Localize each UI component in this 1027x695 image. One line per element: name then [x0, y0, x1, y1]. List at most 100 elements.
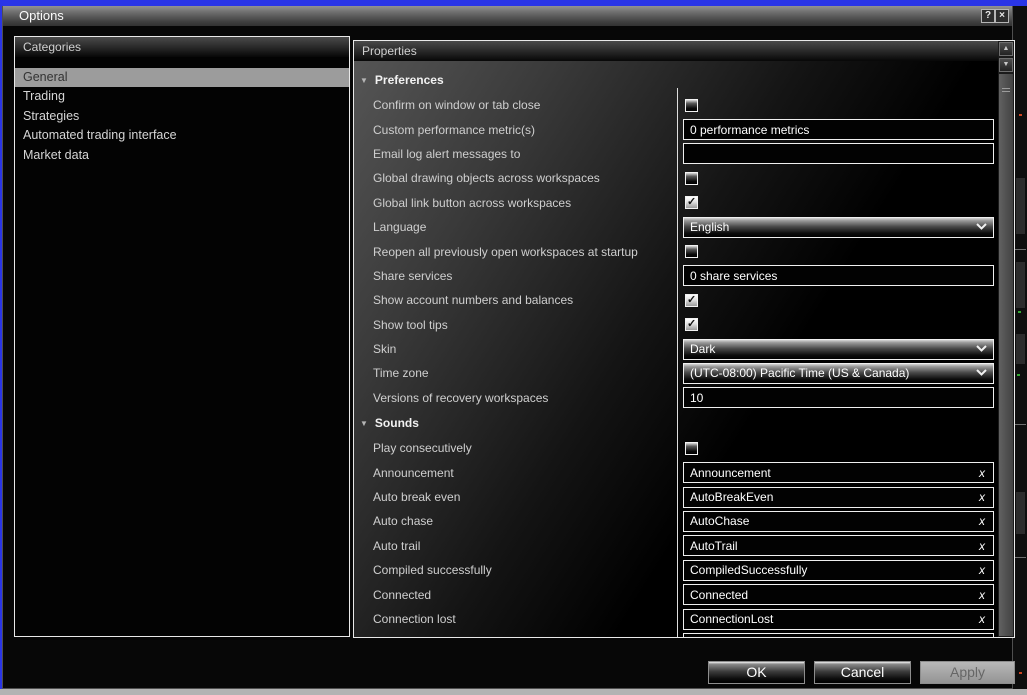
clear-sound-button[interactable]: x	[979, 539, 985, 553]
window-frame-top	[0, 0, 1027, 6]
property-label: Connection lost	[373, 612, 456, 626]
property-row: Auto break even AutoBreakEven x	[354, 485, 998, 509]
property-row: Show tool tips ✓	[354, 313, 998, 337]
text-input-custom-performance-metric-s[interactable]	[683, 119, 994, 141]
property-row: Announcement Announcement x	[354, 460, 998, 484]
sound-field-announcement[interactable]: Announcement x	[683, 462, 994, 484]
sound-field-auto-trail[interactable]: AutoTrail x	[683, 535, 994, 557]
property-label: Connected	[373, 587, 432, 602]
property-value	[683, 436, 994, 460]
dropdown-language[interactable]: English	[683, 216, 994, 238]
text-input-versions-of-recovery-workspaces[interactable]	[683, 387, 994, 409]
clear-sound-button[interactable]: x	[979, 612, 985, 626]
checkbox-global-drawing-objects-across-workspaces[interactable]	[685, 171, 698, 185]
property-value: English	[683, 215, 994, 239]
checkbox-global-link-button-across-workspaces[interactable]: ✓	[685, 196, 698, 210]
property-row: Versions of recovery workspaces	[354, 386, 998, 410]
property-row: Connection lost ConnectionLost x	[354, 607, 998, 631]
sound-value: Connected	[690, 587, 749, 602]
dropdown-skin[interactable]: Dark	[683, 338, 994, 360]
categories-header: Categories	[15, 37, 349, 57]
chevron-down-icon	[976, 369, 987, 376]
checkbox-confirm-on-window-or-tab-close[interactable]	[685, 98, 698, 112]
property-value: (UTC-08:00) Pacific Time (US & Canada)	[683, 361, 994, 385]
section-header-preferences[interactable]: ▼ Preferences	[354, 67, 998, 93]
sidebar-item-strategies[interactable]: Strategies	[15, 107, 349, 126]
sound-field-auto-chase[interactable]: AutoChase x	[683, 510, 994, 532]
property-label: Play consecutively	[373, 441, 472, 456]
property-value: Announcement x	[683, 460, 994, 484]
property-value: ConnectionLost x	[683, 607, 994, 631]
property-label: Language	[373, 220, 427, 235]
sidebar-item-market-data[interactable]: Market data	[15, 146, 349, 165]
property-value: ✓	[683, 313, 994, 337]
property-value: ✓	[683, 288, 994, 312]
sound-field-compiled-successfully[interactable]: CompiledSuccessfully x	[683, 559, 994, 581]
checkbox-show-account-numbers-and-balances[interactable]: ✓	[685, 293, 698, 307]
background-speck	[1019, 672, 1022, 674]
sound-field-connection-lost[interactable]: ConnectionLost x	[683, 608, 994, 630]
cancel-button[interactable]: Cancel	[814, 661, 911, 684]
bottom-edge-strip	[0, 689, 1027, 695]
property-value: AutoTrail x	[683, 534, 994, 558]
property-row: Show account numbers and balances ✓	[354, 288, 998, 312]
apply-button[interactable]: Apply	[920, 661, 1015, 684]
sidebar-item-trading[interactable]: Trading	[15, 87, 349, 106]
checkbox-play-consecutively[interactable]	[685, 441, 698, 455]
clear-sound-button[interactable]: x	[979, 563, 985, 577]
options-dialog: Options ? × Categories General Trading Str…	[2, 6, 1015, 689]
text-input-share-services[interactable]	[683, 265, 994, 287]
close-button[interactable]: ×	[995, 9, 1009, 23]
property-value	[683, 117, 994, 141]
sound-field-item[interactable]	[683, 632, 994, 637]
sidebar-item-automated-trading-interface[interactable]: Automated trading interface	[15, 126, 349, 145]
dialog-titlebar[interactable]: Options ? ×	[3, 6, 1012, 26]
scroll-up-button[interactable]: ▲	[999, 42, 1013, 56]
property-value	[683, 166, 994, 190]
clear-sound-button[interactable]: x	[979, 466, 985, 480]
sound-field-connected[interactable]: Connected x	[683, 584, 994, 606]
dropdown-value: Dark	[690, 342, 716, 357]
property-value: AutoChase x	[683, 509, 994, 533]
property-value: Dark	[683, 337, 994, 361]
background-segment	[1016, 262, 1025, 308]
property-label: Custom performance metric(s)	[373, 122, 536, 137]
scroll-down-button[interactable]: ▼	[999, 58, 1013, 72]
dropdown-time-zone[interactable]: (UTC-08:00) Pacific Time (US & Canada)	[683, 362, 994, 384]
dropdown-value: (UTC-08:00) Pacific Time (US & Canada)	[690, 366, 910, 381]
property-label: Global drawing objects across workspaces	[373, 171, 600, 186]
property-value: CompiledSuccessfully x	[683, 558, 994, 582]
background-tick	[1014, 424, 1026, 425]
checkbox-show-tool-tips[interactable]: ✓	[685, 318, 698, 332]
property-row: Compiled successfully CompiledSuccessfull…	[354, 558, 998, 582]
background-app-strip	[1013, 6, 1027, 689]
background-segment	[1016, 178, 1025, 234]
property-row: Language English	[354, 215, 998, 239]
text-input-email-log-alert-messages-to[interactable]	[683, 143, 994, 165]
clear-sound-button[interactable]: x	[979, 588, 985, 602]
sound-value: AutoBreakEven	[690, 490, 774, 505]
sound-field-auto-break-even[interactable]: AutoBreakEven x	[683, 486, 994, 508]
property-value: Connected x	[683, 582, 994, 606]
background-segment	[1016, 492, 1025, 534]
ok-button[interactable]: OK	[708, 661, 805, 684]
property-value	[683, 386, 994, 410]
clear-sound-button[interactable]: x	[979, 514, 985, 528]
property-label: Auto break even	[373, 490, 461, 505]
checkmark-icon: ✓	[687, 318, 697, 331]
section-header-sounds[interactable]: ▼ Sounds	[354, 410, 998, 436]
property-label: Compiled successfully	[373, 563, 492, 578]
sidebar-item-general[interactable]: General	[15, 68, 349, 88]
background-speck	[1018, 311, 1021, 313]
help-button[interactable]: ?	[981, 9, 995, 23]
scrollbar-thumb[interactable]	[999, 74, 1013, 636]
properties-scrollbar[interactable]: ▲ ▼	[998, 41, 1014, 637]
scrollbar-grip	[1002, 88, 1010, 89]
clear-sound-button[interactable]: x	[979, 490, 985, 504]
property-row: Auto chase AutoChase x	[354, 509, 998, 533]
categories-list: General Trading Strategies Automated tradin…	[15, 57, 349, 165]
checkbox-reopen-all-previously-open-workspaces-at-startup[interactable]	[685, 245, 698, 259]
section-title: Sounds	[374, 416, 419, 431]
property-row: Play consecutively	[354, 436, 998, 460]
property-row: Skin Dark	[354, 337, 998, 361]
